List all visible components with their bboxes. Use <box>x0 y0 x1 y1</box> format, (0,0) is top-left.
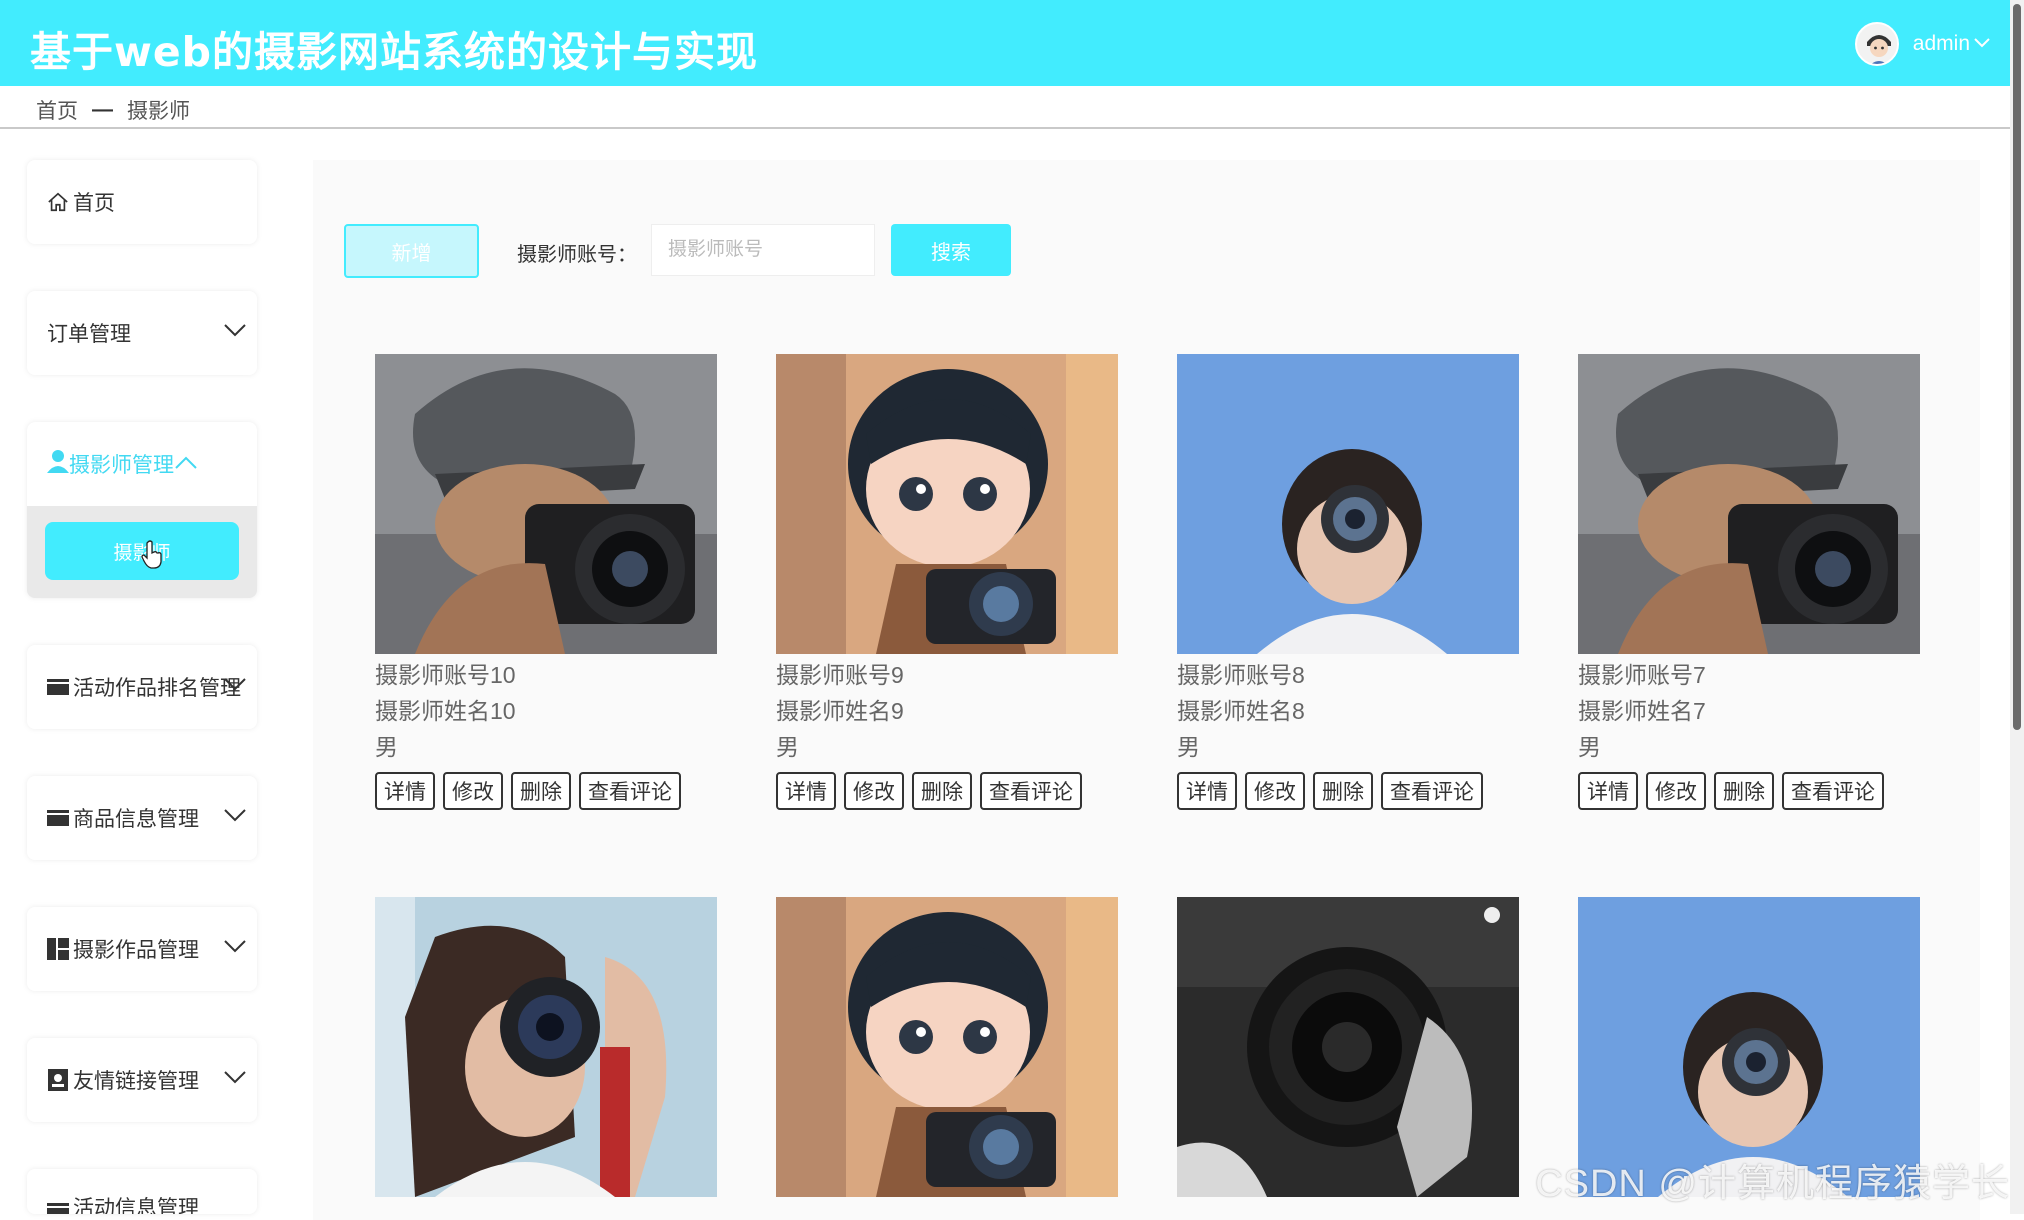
breadcrumb-home[interactable]: 首页 <box>36 95 78 125</box>
photographer-photo[interactable] <box>1177 897 1519 1197</box>
search-button[interactable]: 搜索 <box>891 224 1011 276</box>
delete-button[interactable]: 删除 <box>511 772 571 810</box>
photographer-gender: 男 <box>776 734 799 760</box>
home-icon <box>47 191 69 213</box>
sidebar-item-label: 首页 <box>73 192 115 215</box>
photographer-card: 摄影师账号8 摄影师姓名8 男 详情 修改 删除 查看评论 <box>1177 354 1519 810</box>
detail-button[interactable]: 详情 <box>1578 772 1638 810</box>
delete-button[interactable]: 删除 <box>912 772 972 810</box>
photographer-card <box>375 897 717 1197</box>
photographer-account: 摄影师账号7 <box>1578 662 1706 688</box>
search-input[interactable] <box>651 224 875 276</box>
sidebar-item-label: 友情链接管理 <box>73 1070 199 1093</box>
sidebar-item-links[interactable]: 友情链接管理 <box>27 1038 257 1122</box>
detail-button[interactable]: 详情 <box>776 772 836 810</box>
sidebar-item-label: 活动作品排名管理 <box>73 677 241 700</box>
photographer-card <box>776 897 1118 1197</box>
photographer-photo[interactable] <box>776 897 1118 1197</box>
sidebar-item-activity-ranking[interactable]: 活动作品排名管理 <box>27 645 257 729</box>
breadcrumb: 首页 — 摄影师 <box>36 96 190 124</box>
user-icon <box>47 449 69 479</box>
chevron-down-icon <box>223 319 247 343</box>
edit-button[interactable]: 修改 <box>844 772 904 810</box>
photographer-gender: 男 <box>1177 734 1200 760</box>
photographer-name: 摄影师姓名9 <box>776 698 904 724</box>
sidebar-item-home[interactable]: 首页 <box>27 160 257 244</box>
sidebar-item-works[interactable]: 摄影作品管理 <box>27 907 257 991</box>
view-comments-button[interactable]: 查看评论 <box>1381 772 1483 810</box>
photographer-account: 摄影师账号9 <box>776 662 904 688</box>
sidebar-item-label: 摄影作品管理 <box>73 939 199 962</box>
sidebar-item-label: 订单管理 <box>47 323 131 346</box>
top-header: 基于web的摄影网站系统的设计与实现 admin <box>0 0 2010 86</box>
card-icon <box>47 676 69 698</box>
edit-button[interactable]: 修改 <box>1646 772 1706 810</box>
photographer-name: 摄影师姓名8 <box>1177 698 1305 724</box>
chevron-down-icon[interactable] <box>1974 35 1990 53</box>
photographer-account: 摄影师账号8 <box>1177 662 1305 688</box>
user-name[interactable]: admin <box>1913 32 1970 56</box>
edit-button[interactable]: 修改 <box>443 772 503 810</box>
scrollbar[interactable] <box>2010 0 2024 1214</box>
card-icon <box>47 807 69 829</box>
photographer-photo[interactable] <box>1177 354 1519 654</box>
card-icon <box>47 1200 69 1214</box>
chevron-down-icon <box>223 935 247 959</box>
search-label: 摄影师账号： <box>517 244 637 266</box>
edit-button[interactable]: 修改 <box>1245 772 1305 810</box>
view-comments-button[interactable]: 查看评论 <box>1782 772 1884 810</box>
detail-button[interactable]: 详情 <box>375 772 435 810</box>
sidebar-item-activities[interactable]: 活动信息管理 <box>27 1169 257 1214</box>
sidebar-item-label: 活动信息管理 <box>73 1197 199 1214</box>
photographer-card: 摄影师账号9 摄影师姓名9 男 详情 修改 删除 查看评论 <box>776 354 1118 810</box>
photographer-gender: 男 <box>1578 734 1601 760</box>
detail-button[interactable]: 详情 <box>1177 772 1237 810</box>
chevron-up-icon <box>174 452 198 476</box>
sidebar-item-orders[interactable]: 订单管理 <box>27 291 257 375</box>
avatar[interactable] <box>1854 22 1899 66</box>
breadcrumb-current: 摄影师 <box>127 100 190 123</box>
sidebar-item-products[interactable]: 商品信息管理 <box>27 776 257 860</box>
chevron-down-icon <box>223 804 247 828</box>
photographer-photo[interactable] <box>776 354 1118 654</box>
sidebar-item-label: 摄影师管理 <box>69 454 174 477</box>
photographer-card <box>1177 897 1519 1197</box>
watermark: CSDN @计算机程序猿学长 <box>1535 1163 2010 1205</box>
sidebar-subitem-photographer[interactable]: 摄影师 <box>45 522 239 580</box>
delete-button[interactable]: 删除 <box>1714 772 1774 810</box>
chevron-down-icon <box>223 673 247 697</box>
delete-button[interactable]: 删除 <box>1313 772 1373 810</box>
add-button[interactable]: 新增 <box>344 224 479 278</box>
contact-icon <box>47 1069 69 1091</box>
scrollbar-thumb[interactable] <box>2013 4 2021 730</box>
breadcrumb-separator: — <box>92 98 113 121</box>
photographer-photo[interactable] <box>375 354 717 654</box>
photographer-card: 摄影师账号7 摄影师姓名7 男 详情 修改 删除 查看评论 <box>1578 354 1920 810</box>
photographer-account: 摄影师账号10 <box>375 662 516 688</box>
photographer-photo[interactable] <box>375 897 717 1197</box>
photographer-gender: 男 <box>375 734 398 760</box>
chevron-down-icon <box>223 1066 247 1090</box>
view-comments-button[interactable]: 查看评论 <box>579 772 681 810</box>
sidebar-item-label: 商品信息管理 <box>73 808 199 831</box>
photographer-card: 摄影师账号10 摄影师姓名10 男 详情 修改 删除 查看评论 <box>375 354 717 810</box>
view-comments-button[interactable]: 查看评论 <box>980 772 1082 810</box>
user-menu[interactable]: admin <box>1854 22 1990 66</box>
breadcrumb-divider <box>0 127 2010 129</box>
cursor-hand-icon <box>141 540 162 569</box>
sidebar-item-photographers[interactable]: 摄影师管理 <box>27 422 257 506</box>
photographer-name: 摄影师姓名7 <box>1578 698 1706 724</box>
photographer-photo[interactable] <box>1578 354 1920 654</box>
app-title: 基于web的摄影网站系统的设计与实现 <box>30 28 759 76</box>
grid-icon <box>47 938 69 960</box>
photographer-name: 摄影师姓名10 <box>375 698 516 724</box>
